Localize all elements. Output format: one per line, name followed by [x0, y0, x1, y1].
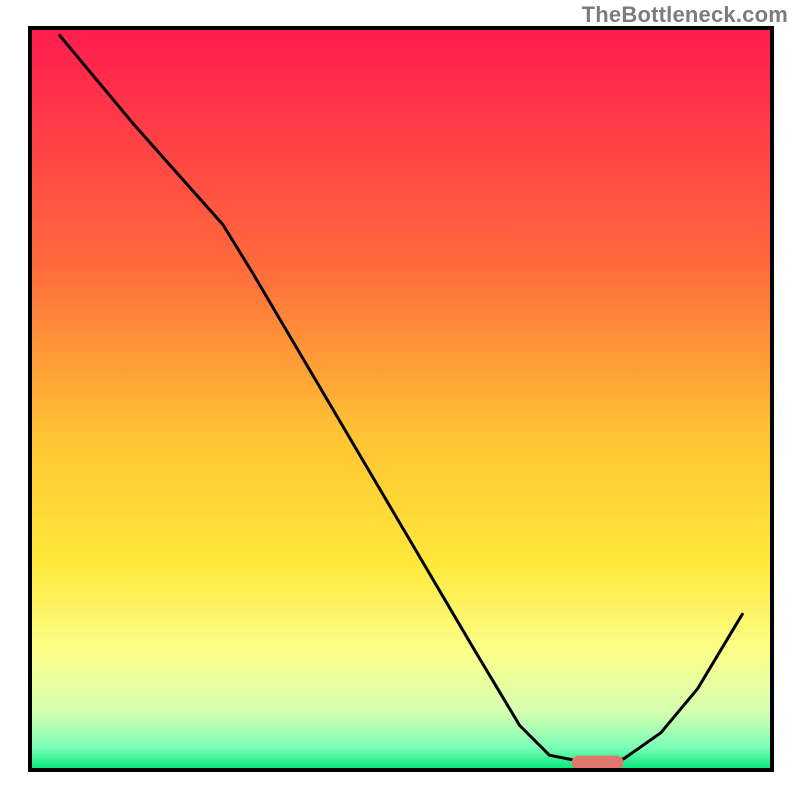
chart-svg [0, 0, 800, 800]
watermark-text: TheBottleneck.com [582, 2, 788, 28]
optimal-marker [572, 756, 624, 770]
chart-container: TheBottleneck.com [0, 0, 800, 800]
plot-background [30, 28, 772, 770]
